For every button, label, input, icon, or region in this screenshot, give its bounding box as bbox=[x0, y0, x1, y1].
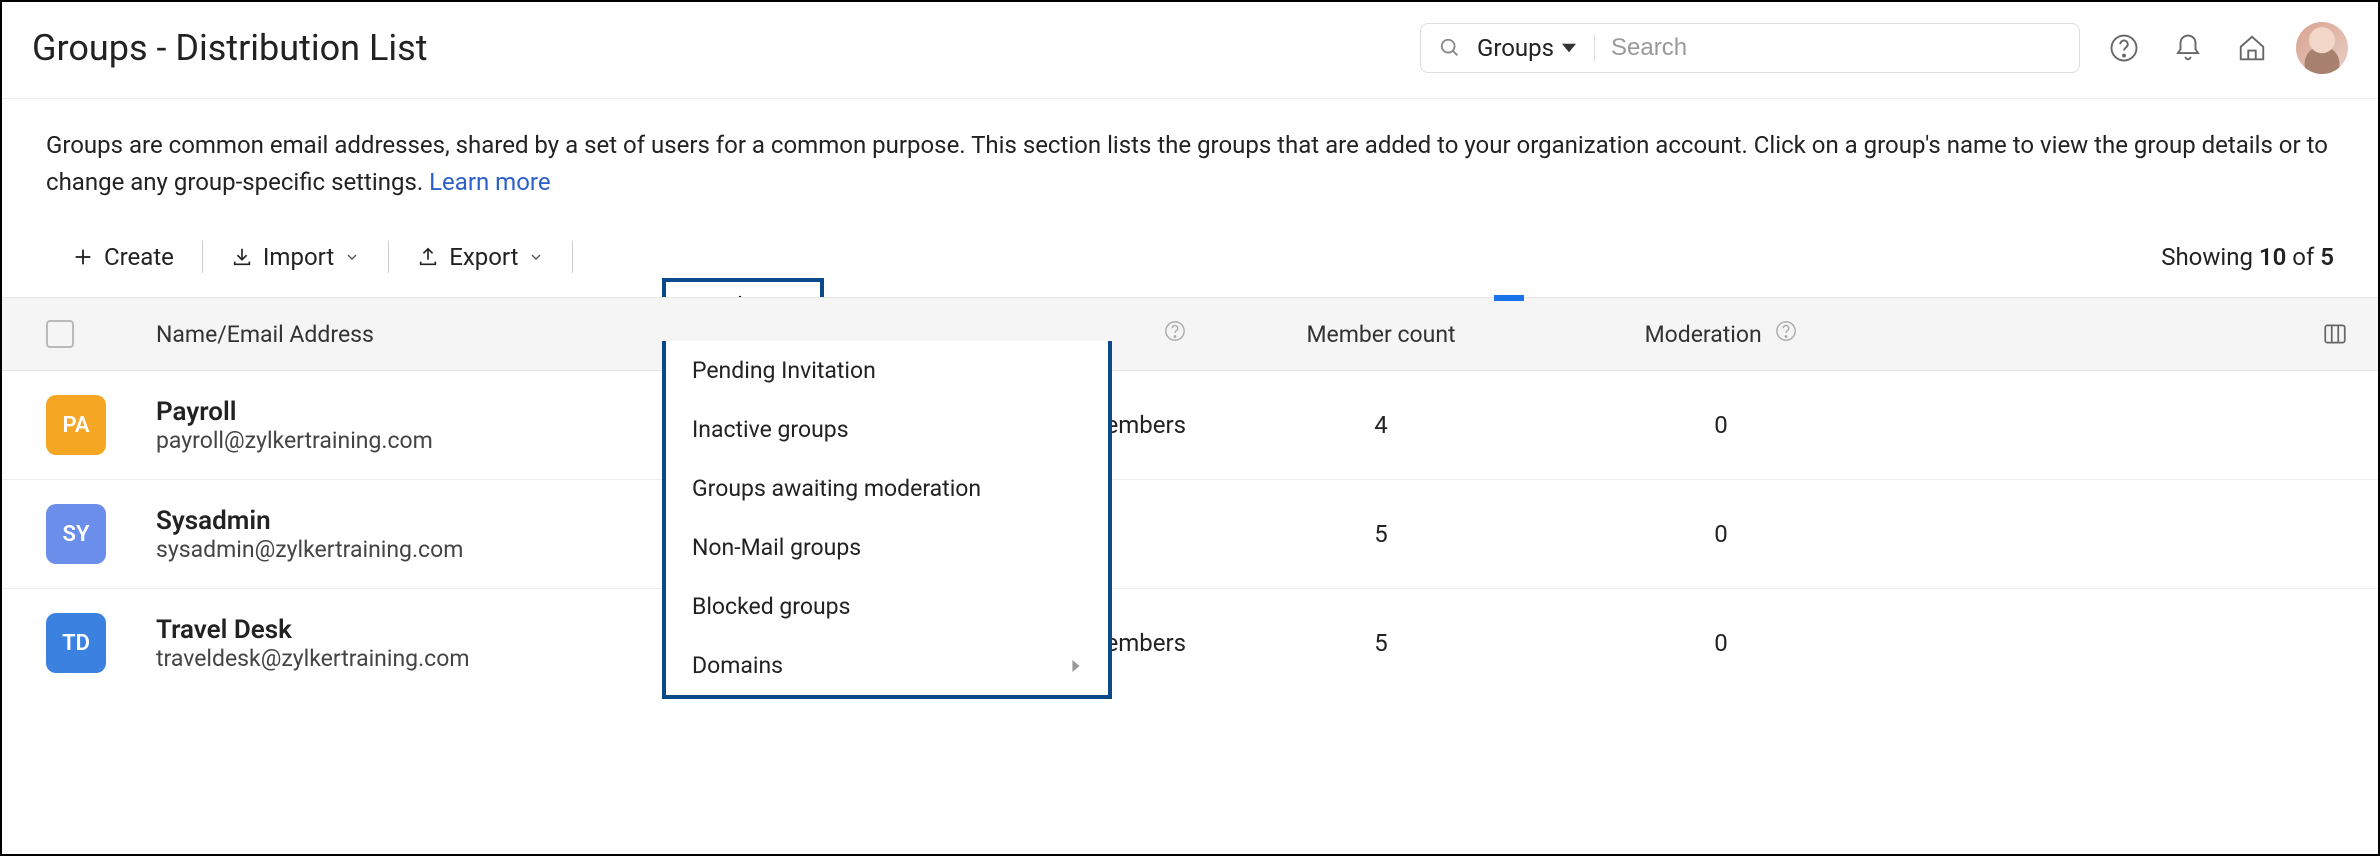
filter-item-label: Blocked groups bbox=[692, 593, 850, 620]
header-right: Groups bbox=[1420, 22, 2348, 74]
description-body: Groups are common email addresses, share… bbox=[46, 131, 2328, 196]
search-box[interactable]: Groups bbox=[1420, 23, 2080, 73]
description-text: Groups are common email addresses, share… bbox=[2, 99, 2378, 201]
header-bar: Groups - Distribution List Groups bbox=[2, 2, 2378, 99]
plus-icon bbox=[72, 246, 94, 268]
export-icon bbox=[417, 246, 439, 268]
table-row[interactable]: SY Sysadmin sysadmin@zylkertraining.com … bbox=[2, 480, 2378, 589]
export-button[interactable]: Export bbox=[399, 237, 562, 277]
search-scope-label: Groups bbox=[1477, 34, 1554, 62]
divider bbox=[202, 241, 203, 273]
group-member-count: 4 bbox=[1216, 411, 1546, 439]
filter-item-blocked-groups[interactable]: Blocked groups bbox=[666, 577, 1108, 636]
chevron-down-icon bbox=[528, 249, 544, 265]
table-row[interactable]: PA Payroll payroll@zylkertraining.com Me… bbox=[2, 371, 2378, 480]
table-row[interactable]: TD Travel Desk traveldesk@zylkertraining… bbox=[2, 589, 2378, 697]
group-member-count: 5 bbox=[1216, 520, 1546, 548]
import-icon bbox=[231, 246, 253, 268]
showing-total: 5 bbox=[2320, 243, 2334, 271]
create-button[interactable]: Create bbox=[54, 237, 192, 277]
group-badge: SY bbox=[46, 504, 106, 564]
help-icon[interactable] bbox=[1775, 320, 1797, 342]
col-member-count[interactable]: Member count bbox=[1216, 321, 1546, 348]
filter-item-label: Inactive groups bbox=[692, 416, 849, 443]
search-icon bbox=[1439, 37, 1461, 59]
chevron-right-icon bbox=[1070, 660, 1082, 672]
column-settings-icon[interactable] bbox=[2322, 321, 2348, 347]
filter-item-domains[interactable]: Domains bbox=[666, 636, 1108, 695]
avatar[interactable] bbox=[2296, 22, 2348, 74]
group-moderation: 0 bbox=[1546, 629, 1896, 657]
showing-bold: 10 bbox=[2259, 243, 2286, 271]
showing-count: Showing 10 of 5 bbox=[2161, 243, 2334, 271]
group-moderation: 0 bbox=[1546, 411, 1896, 439]
select-all-checkbox[interactable] bbox=[46, 320, 74, 348]
import-label: Import bbox=[263, 243, 334, 271]
bell-icon[interactable] bbox=[2168, 28, 2208, 68]
filter-item-label: Groups awaiting moderation bbox=[692, 475, 981, 502]
group-badge: TD bbox=[46, 613, 106, 673]
group-badge: PA bbox=[46, 395, 106, 455]
col-moderation[interactable]: Moderation bbox=[1645, 321, 1762, 348]
toolbar: Create Import Export Showing 10 of 5 bbox=[2, 201, 2378, 297]
filter-item-label: Pending Invitation bbox=[692, 357, 876, 384]
filter-item-pending-invitation[interactable]: Pending Invitation bbox=[666, 341, 1108, 400]
table-header: Name/Email Address Member count Moderati… bbox=[2, 297, 2378, 371]
caret-down-icon bbox=[1562, 41, 1576, 55]
filter-item-label: Domains bbox=[692, 652, 783, 679]
create-label: Create bbox=[104, 243, 174, 271]
home-icon[interactable] bbox=[2232, 28, 2272, 68]
group-member-count: 5 bbox=[1216, 629, 1546, 657]
filter-item-awaiting-moderation[interactable]: Groups awaiting moderation bbox=[666, 459, 1108, 518]
filter-item-label: Non-Mail groups bbox=[692, 534, 861, 561]
help-icon[interactable] bbox=[2104, 28, 2144, 68]
toolbar-left: Create Import Export bbox=[54, 237, 583, 277]
group-moderation: 0 bbox=[1546, 520, 1896, 548]
import-button[interactable]: Import bbox=[213, 237, 378, 277]
chevron-down-icon bbox=[344, 249, 360, 265]
page-title: Groups - Distribution List bbox=[32, 27, 427, 69]
filter-item-inactive-groups[interactable]: Inactive groups bbox=[666, 400, 1108, 459]
filter-dropdown: Pending Invitation Inactive groups Group… bbox=[662, 341, 1112, 699]
search-input[interactable] bbox=[1611, 34, 2061, 62]
learn-more-link[interactable]: Learn more bbox=[429, 168, 550, 196]
showing-suffix: of bbox=[2286, 243, 2320, 271]
search-scope-dropdown[interactable]: Groups bbox=[1477, 34, 1595, 62]
filter-item-non-mail-groups[interactable]: Non-Mail groups bbox=[666, 518, 1108, 577]
help-icon[interactable] bbox=[1164, 320, 1186, 342]
export-label: Export bbox=[449, 243, 518, 271]
showing-prefix: Showing bbox=[2161, 243, 2259, 271]
column-indicator bbox=[1494, 295, 1524, 301]
divider bbox=[572, 241, 573, 273]
divider bbox=[388, 241, 389, 273]
